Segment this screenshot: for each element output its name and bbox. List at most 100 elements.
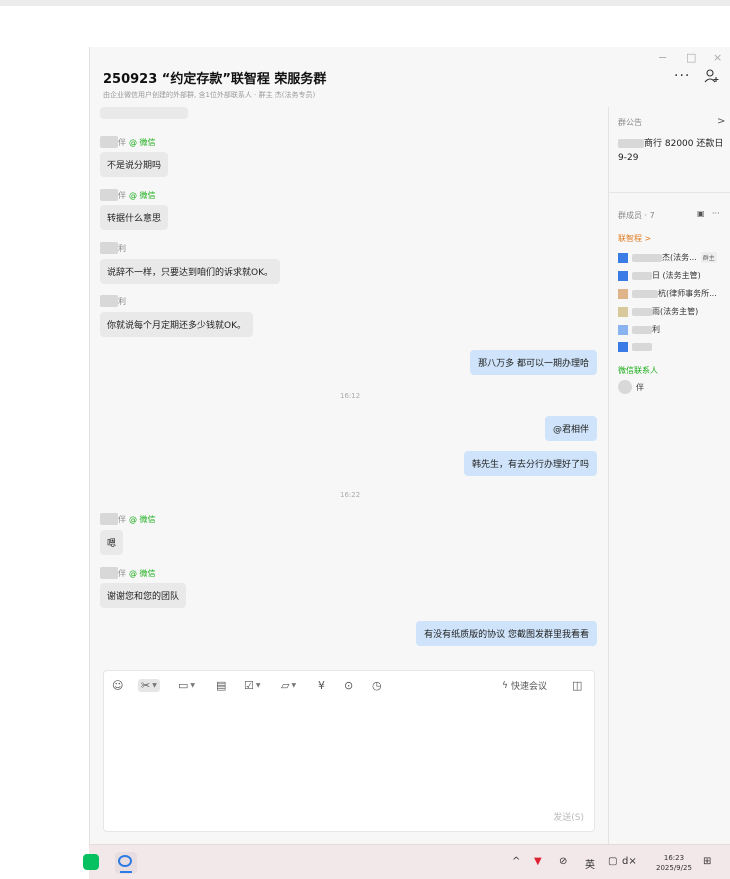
timestamp: 16:22	[340, 491, 361, 499]
my-message-bubble[interactable]: @君相伴	[544, 416, 597, 441]
member-item[interactable]: 伴	[618, 380, 644, 394]
lightning-icon: ϟ	[502, 680, 508, 691]
blurred-name	[100, 513, 118, 525]
blurred-name	[632, 325, 652, 334]
sender-text: 伴	[118, 514, 126, 524]
announcement-text[interactable]: 商行 82000 还款日9-29	[618, 137, 728, 165]
minimize-icon[interactable]: −	[658, 51, 667, 64]
clock-date: 2025/9/25	[656, 864, 692, 872]
display-icon[interactable]: ▢	[608, 856, 617, 867]
blurred-name	[632, 253, 662, 262]
scissors-icon[interactable]: ✂ ▼	[138, 679, 160, 692]
member-item[interactable]: 利	[618, 324, 660, 335]
member-item[interactable]	[618, 342, 652, 352]
top-strip	[0, 0, 730, 6]
send-button[interactable]: 发送(S)	[553, 810, 584, 823]
members-more-icon[interactable]: ···	[712, 209, 720, 218]
avatar	[618, 342, 628, 352]
sender-text: 利	[118, 296, 126, 306]
wecom-app-icon[interactable]	[115, 852, 137, 874]
antivirus-icon[interactable]: ▼	[534, 856, 542, 867]
clock-icon[interactable]: ◷	[372, 679, 382, 692]
doc-icon[interactable]: ▤	[216, 679, 226, 692]
sender-text: 利	[118, 243, 126, 253]
announcement-arrow-icon[interactable]: >	[717, 116, 725, 127]
message-composer[interactable]: ☺ ✂ ▼ ▭ ▼ ▤ ☑ ▼ ▱ ▼ ¥ ⊙ ◷ ϟ 快速会议 ◫ 发送(S)	[103, 670, 595, 832]
clock-time: 16:23	[663, 854, 685, 862]
quick-meeting-label: 快速会议	[510, 682, 547, 692]
my-message-bubble[interactable]: 韩先生，有去分行办理好了吗	[463, 451, 597, 476]
panel-icon[interactable]: ◫	[572, 679, 582, 692]
members-label: 群成员 · 7	[618, 211, 655, 220]
member-item[interactable]: 日 (法务主管)	[618, 270, 701, 281]
close-icon[interactable]: ×	[713, 51, 722, 64]
member-list-icon[interactable]: ▣	[697, 209, 705, 218]
sender-name: 利	[100, 242, 126, 254]
blurred-name	[100, 136, 118, 148]
wechat-contacts-label: 微信联系人	[618, 366, 658, 375]
network-icon[interactable]: ⊘	[559, 856, 567, 867]
more-options-icon[interactable]: ···	[674, 68, 690, 84]
maximize-icon[interactable]: □	[686, 51, 696, 64]
notification-icon[interactable]: ⊞	[703, 856, 711, 867]
message-list[interactable]: 伴 @ 微信 不是说分期吗 伴 @ 微信 转据什么意思 利 说辞不一样，只要达到…	[90, 107, 608, 664]
member-name: 伴	[636, 382, 644, 392]
tray-expand-icon[interactable]: ^	[512, 856, 520, 867]
checklist-icon[interactable]: ☑ ▼	[244, 679, 261, 692]
blurred-name	[632, 289, 658, 298]
member-name: 日 (法务主管)	[652, 271, 701, 280]
owner-badge: 群主	[700, 252, 717, 263]
message-bubble[interactable]: 谢谢您和您的团队	[100, 583, 187, 608]
timestamp: 16:12	[340, 392, 361, 400]
quick-meeting-button[interactable]: ϟ 快速会议	[502, 679, 547, 693]
blurred-text	[618, 139, 644, 148]
member-name: 雨(法务主管)	[652, 307, 699, 316]
ime-indicator[interactable]: 英	[585, 856, 595, 871]
my-message-bubble[interactable]: 那八万多 都可以一期办理哈	[470, 350, 597, 375]
member-name: 杰(法务...	[662, 253, 697, 262]
message-bubble-cut	[100, 107, 188, 119]
taskbar: ^ ▼ ⊘ 英 ▢ d× 16:23 2025/9/25 ⊞	[83, 844, 730, 879]
folder-icon[interactable]: ▱ ▼	[281, 679, 296, 692]
blurred-name	[632, 343, 652, 351]
org-label[interactable]: 联智程 >	[618, 233, 651, 244]
member-item[interactable]: 杰(法务... 群主	[618, 252, 717, 263]
member-item[interactable]: 雨(法务主管)	[618, 306, 698, 317]
avatar	[618, 380, 632, 394]
volume-icon[interactable]: d×	[622, 856, 637, 867]
group-info-panel: 群公告 > 商行 82000 还款日9-29 群成员 · 7 ▣ ··· 联智程…	[608, 107, 730, 844]
blurred-name	[632, 271, 652, 280]
divider	[609, 192, 730, 193]
sender-name: 伴 @ 微信	[100, 136, 156, 148]
blurred-name	[100, 567, 118, 579]
sender-text: 伴	[118, 568, 126, 578]
member-item[interactable]: 杭(律师事务所...	[618, 288, 717, 299]
more-circle-icon[interactable]: ⊙	[344, 679, 353, 692]
wechat-tag: @ 微信	[129, 137, 156, 147]
message-bubble[interactable]: 嗯	[100, 530, 124, 555]
sender-name: 利	[100, 295, 126, 307]
add-member-icon[interactable]	[702, 67, 720, 85]
avatar	[618, 270, 628, 281]
wechat-tag: @ 微信	[129, 568, 156, 578]
message-bubble[interactable]: 转据什么意思	[100, 205, 169, 230]
my-message-bubble[interactable]: 有没有纸质版的协议 您截图发群里我看看	[416, 621, 597, 646]
blurred-name	[100, 295, 118, 307]
avatar	[618, 306, 628, 317]
group-title: 250923 “约定存款”联智程 荣服务群	[103, 72, 327, 87]
yen-icon[interactable]: ¥	[318, 679, 325, 692]
blurred-name	[100, 242, 118, 254]
message-bubble[interactable]: 你就说每个月定期还多少钱就OK。	[100, 312, 253, 337]
active-indicator	[120, 871, 132, 873]
avatar	[618, 252, 628, 263]
message-bubble[interactable]: 说辞不一样，只要达到咱们的诉求就OK。	[100, 259, 280, 284]
message-bubble[interactable]: 不是说分期吗	[100, 152, 169, 177]
chat-window: − □ × 250923 “约定存款”联智程 荣服务群 由企业微信用户创建的外部…	[89, 47, 730, 844]
sender-name: 伴 @ 微信	[100, 567, 156, 579]
sender-text: 伴	[118, 137, 126, 147]
image-icon[interactable]: ▭ ▼	[178, 679, 195, 692]
smile-icon[interactable]: ☺	[112, 679, 123, 692]
wechat-tag: @ 微信	[129, 190, 156, 200]
clock[interactable]: 16:23 2025/9/25	[656, 853, 692, 873]
wechat-app-icon[interactable]	[83, 854, 99, 870]
